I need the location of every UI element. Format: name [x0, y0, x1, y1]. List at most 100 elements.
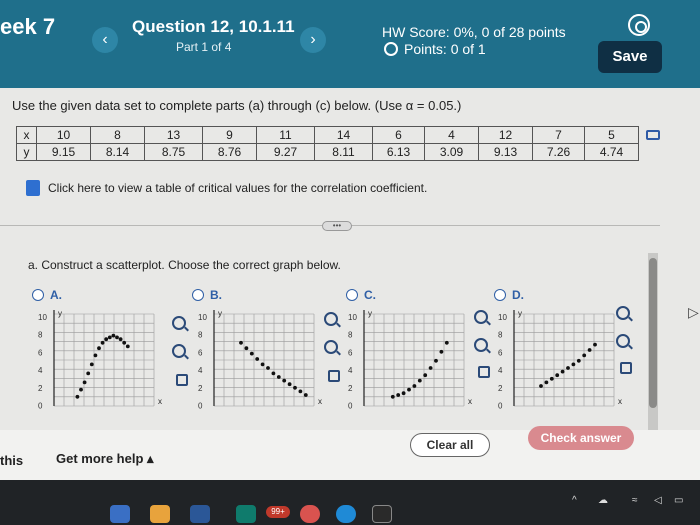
points-label: Points: 0 of 1 — [404, 41, 486, 57]
radio-d[interactable] — [494, 289, 506, 301]
scatter-point — [125, 344, 130, 349]
chevron-up-icon[interactable]: ^ — [572, 495, 577, 506]
y-tick-label: 0 — [198, 401, 203, 410]
table-cell: 8.14 — [90, 143, 145, 161]
scatter-point — [287, 382, 292, 387]
scatter-point — [239, 340, 243, 345]
option-a-label: A. — [50, 288, 62, 302]
y-header: y — [16, 143, 37, 161]
get-more-help-button[interactable]: Get more help ▴ — [56, 451, 154, 467]
taskbar-app-icon[interactable] — [110, 505, 130, 523]
scatter-point — [298, 389, 303, 394]
scatter-point — [260, 362, 265, 367]
radio-a[interactable] — [32, 289, 44, 301]
table-row-y: y 9.15 8.14 8.75 8.76 9.27 8.11 6.13 3.0… — [16, 143, 639, 161]
check-answer-button[interactable]: Check answer — [528, 426, 634, 450]
option-c-label: C. — [364, 288, 376, 302]
critical-values-link[interactable]: Click here to view a table of critical v… — [26, 180, 427, 196]
radio-c[interactable] — [346, 289, 358, 301]
x-axis-label: x — [158, 397, 162, 406]
scatter-point — [303, 393, 308, 397]
y-tick-label: 8 — [348, 331, 353, 340]
scatter-point — [97, 346, 101, 351]
taskbar-app-icon[interactable] — [236, 505, 256, 523]
battery-icon[interactable]: ▭ — [674, 495, 683, 506]
y-tick-label: 2 — [38, 384, 43, 393]
document-icon — [26, 180, 40, 196]
zoom-out-icon[interactable] — [474, 338, 488, 352]
taskbar-app-icon[interactable] — [190, 505, 210, 523]
question-title: Question 12, 10.1.11 — [132, 17, 295, 36]
x-axis-label: x — [318, 397, 322, 406]
zoom-out-icon[interactable] — [172, 344, 186, 358]
taskbar-folder-icon[interactable] — [150, 505, 170, 523]
table-row-x: x 10 8 13 9 11 14 6 4 12 7 5 — [16, 126, 639, 144]
scatter-point — [560, 369, 565, 374]
scatter-point — [401, 391, 406, 396]
y-tick-label: 4 — [38, 366, 43, 375]
clear-all-button[interactable]: Clear all — [410, 433, 490, 457]
taskbar-chrome-icon[interactable] — [300, 505, 320, 523]
taskbar-edge-icon[interactable] — [336, 505, 356, 523]
option-d-label: D. — [512, 288, 524, 302]
this-label: this — [0, 453, 24, 468]
external-link-icon[interactable] — [328, 370, 340, 382]
scatter-point — [100, 340, 105, 345]
x-header: x — [16, 126, 37, 144]
table-cell: 8.75 — [144, 143, 203, 161]
expand-button[interactable]: ••• — [322, 221, 352, 231]
gear-icon[interactable] — [628, 14, 650, 36]
table-cell: 8.11 — [314, 143, 373, 161]
zoom-in-icon[interactable] — [324, 312, 338, 326]
zoom-in-icon[interactable] — [616, 306, 630, 320]
table-cell: 7 — [532, 126, 585, 144]
zoom-out-icon[interactable] — [616, 334, 630, 348]
scatter-point — [549, 376, 554, 381]
y-tick-label: 8 — [498, 331, 503, 340]
y-tick-label: 10 — [348, 313, 357, 322]
circle-icon — [384, 42, 398, 56]
external-link-icon[interactable] — [620, 362, 632, 374]
option-a[interactable]: A. — [32, 288, 62, 302]
option-d[interactable]: D. — [494, 288, 524, 302]
scatter-point — [434, 358, 438, 363]
speaker-icon[interactable]: ◁ — [654, 495, 662, 506]
save-button[interactable]: Save — [598, 41, 662, 73]
zoom-out-icon[interactable] — [324, 340, 338, 354]
copy-table-icon[interactable] — [646, 130, 660, 140]
y-tick-label: 10 — [38, 313, 47, 322]
x-axis-label: x — [468, 397, 472, 406]
external-link-icon[interactable] — [478, 366, 490, 378]
option-c[interactable]: C. — [346, 288, 376, 302]
scrollbar-thumb[interactable] — [649, 258, 657, 408]
scatter-point — [571, 362, 576, 367]
zoom-in-icon[interactable] — [474, 310, 488, 324]
cloud-icon[interactable]: ☁ — [598, 495, 608, 506]
option-b[interactable]: B. — [192, 288, 222, 302]
scatter-point — [107, 335, 112, 340]
y-tick-label: 8 — [38, 331, 43, 340]
external-link-icon[interactable] — [176, 374, 188, 386]
next-question-button[interactable]: › — [300, 27, 326, 53]
table-cell: 4.74 — [584, 143, 639, 161]
taskbar-app-icon[interactable] — [372, 505, 392, 523]
header-bar: eek 7 ‹ Question 12, 10.1.11 Part 1 of 4… — [0, 0, 700, 88]
zoom-in-icon[interactable] — [172, 316, 186, 330]
scatter-point — [89, 362, 94, 367]
scatter-point — [566, 366, 570, 370]
y-tick-label: 2 — [198, 384, 203, 393]
question-part: Part 1 of 4 — [176, 40, 232, 54]
y-tick-label: 6 — [498, 348, 503, 357]
table-cell: 9.27 — [256, 143, 315, 161]
critical-values-link-label: Click here to view a table of critical v… — [48, 181, 428, 195]
table-cell: 13 — [144, 126, 203, 144]
y-tick-label: 4 — [348, 366, 353, 375]
question-content: Use the given data set to complete parts… — [0, 88, 700, 470]
table-cell: 3.09 — [424, 143, 479, 161]
previous-question-button[interactable]: ‹ — [92, 27, 118, 53]
scatter-point — [86, 371, 91, 376]
scatter-point — [118, 337, 123, 342]
radio-b[interactable] — [192, 289, 204, 301]
wifi-icon[interactable]: ≈ — [632, 495, 638, 506]
table-cell: 11 — [256, 126, 315, 144]
